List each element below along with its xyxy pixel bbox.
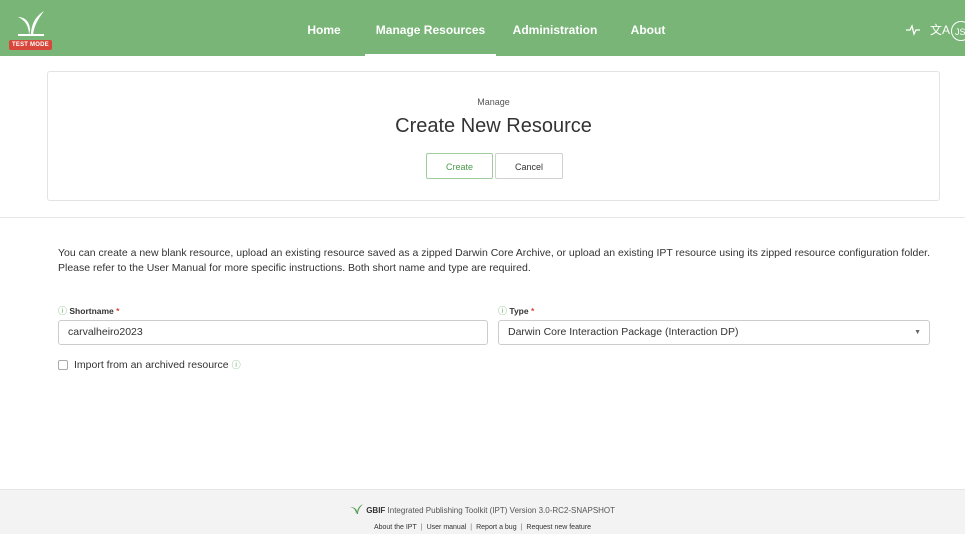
page-subtitle: Manage xyxy=(477,97,510,107)
info-icon[interactable]: ⓘ xyxy=(58,306,67,316)
user-avatar[interactable]: JS xyxy=(951,21,965,41)
page-title: Create New Resource xyxy=(395,115,592,137)
create-button[interactable]: Create xyxy=(426,153,493,179)
about-ipt-link[interactable]: About the IPT xyxy=(374,524,417,531)
required-mark: * xyxy=(530,306,535,316)
nav-administration[interactable]: Administration xyxy=(510,0,600,56)
user-manual-link[interactable]: User manual xyxy=(427,524,467,531)
gbif-brand: GBIF xyxy=(366,506,386,515)
page-header-card: Manage Create New Resource Create Cancel xyxy=(47,71,940,201)
language-translate-icon[interactable]: 文A xyxy=(930,23,950,37)
intro-text: You can create a new blank resource, upl… xyxy=(58,247,931,274)
nav-home[interactable]: Home xyxy=(300,0,348,56)
type-label-text: Type xyxy=(509,306,529,316)
required-mark: * xyxy=(116,306,120,316)
footer-version: GBIF Integrated Publishing Toolkit (IPT)… xyxy=(0,504,965,515)
shortname-input[interactable]: carvalheiro2023 xyxy=(58,320,488,345)
request-feature-link[interactable]: Request new feature xyxy=(526,524,591,531)
nav-manage-resources[interactable]: Manage Resources xyxy=(365,0,496,56)
section-divider xyxy=(0,217,965,218)
footer-version-text: Integrated Publishing Toolkit (IPT) Vers… xyxy=(387,506,616,515)
import-archived-label[interactable]: Import from an archived resource xyxy=(74,359,229,371)
footer-links: About the IPT | User manual | Report a bug | R… xyxy=(373,524,592,531)
report-bug-link[interactable]: Report a bug xyxy=(476,524,516,531)
cancel-button[interactable]: Cancel xyxy=(495,153,563,179)
top-navbar: TEST MODE Home Manage Resources Administ… xyxy=(0,0,965,56)
nav-about[interactable]: About xyxy=(624,0,672,56)
info-icon[interactable]: ⓘ xyxy=(498,306,507,316)
shortname-label-text: Shortname xyxy=(69,306,114,316)
health-status-icon[interactable] xyxy=(906,24,920,40)
ipt-logo-icon[interactable] xyxy=(14,8,48,38)
shortname-label: ⓘ Shortname * xyxy=(58,304,119,317)
test-mode-badge: TEST MODE xyxy=(9,40,52,50)
info-icon[interactable]: ⓘ xyxy=(232,360,241,370)
chevron-down-icon: ▼ xyxy=(914,329,921,336)
type-label: ⓘ Type * xyxy=(498,304,534,317)
page-footer: GBIF Integrated Publishing Toolkit (IPT)… xyxy=(0,489,965,534)
type-select-value: Darwin Core Interaction Package (Interac… xyxy=(508,326,739,338)
gbif-logo-icon xyxy=(349,504,363,514)
shortname-input-value: carvalheiro2023 xyxy=(68,326,143,338)
import-archived-checkbox[interactable] xyxy=(58,360,68,370)
type-select[interactable]: Darwin Core Interaction Package (Interac… xyxy=(498,320,930,345)
